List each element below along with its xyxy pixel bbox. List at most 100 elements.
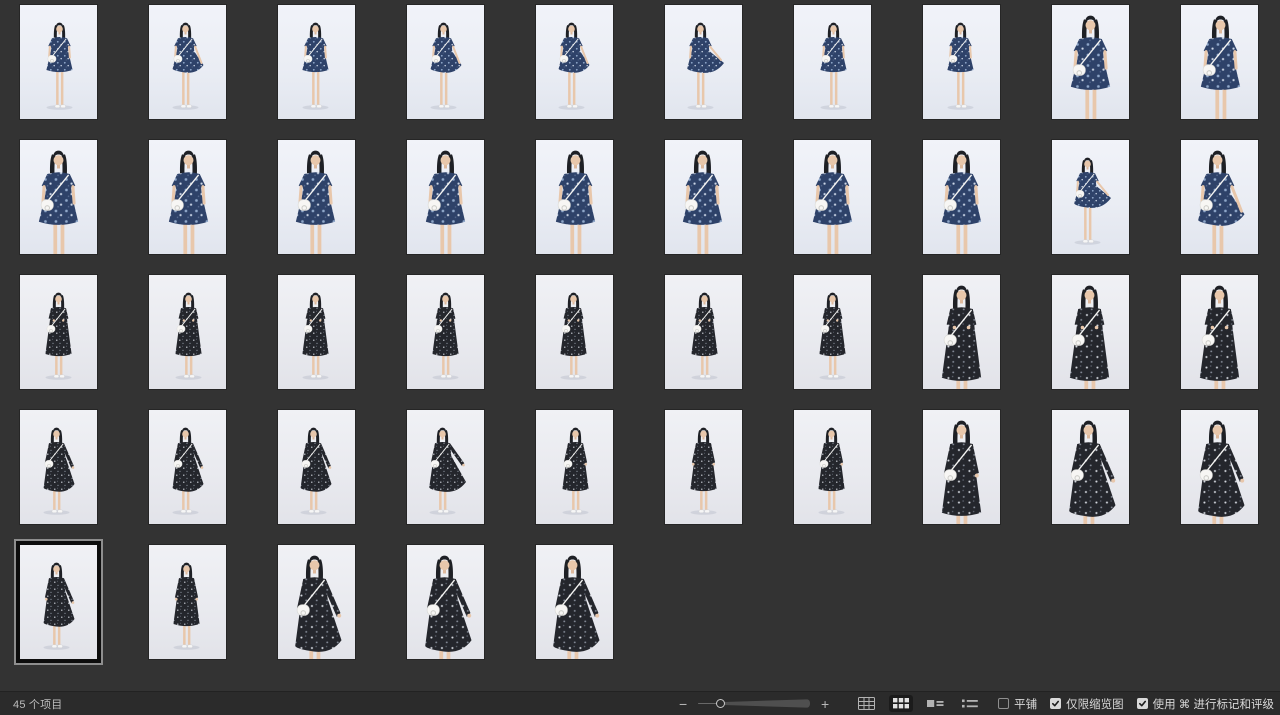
thumbnail-cell — [1181, 410, 1280, 545]
thumbnails-only-checkbox[interactable] — [1050, 698, 1061, 709]
photo-thumbnail[interactable] — [923, 5, 1000, 119]
photo-thumbnail[interactable] — [536, 5, 613, 119]
slider-wedge-track[interactable] — [721, 699, 811, 708]
photo-thumbnail[interactable] — [278, 410, 355, 524]
photo-thumbnail[interactable] — [1052, 410, 1129, 524]
photo-thumbnail[interactable] — [536, 410, 613, 524]
model-photo-image — [20, 545, 97, 659]
model-photo-image — [1052, 140, 1129, 254]
photo-thumbnail[interactable] — [794, 5, 871, 119]
cmd-rating-label[interactable]: 使用 ⌘ 进行标记和评级 — [1153, 696, 1274, 712]
photo-thumbnail[interactable] — [407, 410, 484, 524]
thumbnail-cell — [407, 410, 536, 545]
photo-thumbnail[interactable] — [407, 545, 484, 659]
view-details-button[interactable] — [923, 695, 948, 712]
photo-thumbnail[interactable] — [278, 545, 355, 659]
photo-thumbnail[interactable] — [149, 410, 226, 524]
model-photo-image — [149, 275, 226, 389]
photo-thumbnail[interactable] — [794, 275, 871, 389]
view-list-button[interactable] — [958, 695, 982, 712]
model-photo-image — [407, 545, 484, 659]
model-photo-image — [923, 5, 1000, 119]
model-photo-image — [665, 140, 742, 254]
tile-checkbox[interactable] — [998, 698, 1009, 709]
photo-thumbnail[interactable] — [407, 140, 484, 254]
model-photo-image — [1052, 410, 1129, 524]
thumbnail-cell — [536, 410, 665, 545]
photo-thumbnail[interactable] — [1181, 5, 1258, 119]
photo-thumbnail[interactable] — [20, 410, 97, 524]
photo-thumbnail[interactable] — [1052, 275, 1129, 389]
photo-thumbnail[interactable] — [1052, 5, 1129, 119]
photo-thumbnail[interactable] — [407, 275, 484, 389]
photo-thumbnail[interactable] — [20, 140, 97, 254]
thumbnail-cell — [923, 5, 1052, 140]
model-photo-image — [536, 5, 613, 119]
photo-thumbnail[interactable] — [1181, 410, 1258, 524]
photo-thumbnail[interactable] — [923, 410, 1000, 524]
view-mode-buttons — [854, 694, 982, 713]
thumbnail-cell — [1052, 275, 1181, 410]
cmd-rating-checkbox[interactable] — [1137, 698, 1148, 709]
photo-thumbnail[interactable] — [665, 275, 742, 389]
photo-thumbnail[interactable] — [536, 545, 613, 659]
photo-thumbnail[interactable] — [794, 140, 871, 254]
photo-thumbnail[interactable] — [1181, 140, 1258, 254]
thumbnail-cell — [536, 140, 665, 275]
photo-thumbnail[interactable] — [923, 140, 1000, 254]
thumbnail-cell — [20, 140, 149, 275]
model-photo-image — [794, 140, 871, 254]
photo-thumbnail[interactable] — [149, 5, 226, 119]
model-photo-image — [1181, 275, 1258, 389]
thumbnail-cell — [536, 275, 665, 410]
model-photo-image — [278, 140, 355, 254]
model-photo-image — [536, 545, 613, 659]
model-photo-image — [278, 275, 355, 389]
thumbnail-cell — [278, 140, 407, 275]
model-photo-image — [1181, 140, 1258, 254]
model-photo-image — [20, 140, 97, 254]
model-photo-image — [407, 140, 484, 254]
thumbnails-only-label[interactable]: 仅限缩览图 — [1066, 696, 1124, 712]
model-photo-image — [794, 410, 871, 524]
slider-knob[interactable] — [716, 699, 725, 708]
photo-thumbnail[interactable] — [20, 275, 97, 389]
photo-thumbnail[interactable] — [149, 140, 226, 254]
photo-thumbnail[interactable] — [536, 275, 613, 389]
photo-grid — [0, 0, 1280, 691]
model-photo-image — [536, 410, 613, 524]
photo-thumbnail[interactable] — [794, 410, 871, 524]
thumbnail-cell — [407, 545, 536, 680]
thumbnail-cell — [665, 410, 794, 545]
thumbnail-cell — [536, 5, 665, 140]
view-thumbnails-button[interactable] — [889, 695, 913, 712]
photo-thumbnail[interactable] — [665, 410, 742, 524]
thumbnail-cell — [149, 275, 278, 410]
photo-thumbnail[interactable] — [149, 275, 226, 389]
photo-thumbnail[interactable] — [665, 140, 742, 254]
photo-thumbnail[interactable] — [407, 5, 484, 119]
thumbnail-size-slider[interactable] — [698, 697, 810, 710]
thumbnail-cell — [20, 410, 149, 545]
photo-thumbnail[interactable] — [149, 545, 226, 659]
photo-thumbnail[interactable] — [278, 140, 355, 254]
model-photo-image — [794, 275, 871, 389]
photo-thumbnail[interactable] — [536, 140, 613, 254]
photo-thumbnail-selected[interactable] — [20, 545, 97, 659]
thumbnail-cell — [794, 275, 923, 410]
tile-label[interactable]: 平铺 — [1014, 696, 1037, 712]
photo-thumbnail[interactable] — [1052, 140, 1129, 254]
model-photo-image — [407, 5, 484, 119]
thumbnail-size-increase-button[interactable]: + — [818, 697, 832, 711]
photo-thumbnail[interactable] — [1181, 275, 1258, 389]
photo-thumbnail[interactable] — [20, 5, 97, 119]
view-grid-lock-button[interactable] — [854, 694, 879, 713]
model-photo-image — [149, 5, 226, 119]
photo-thumbnail[interactable] — [923, 275, 1000, 389]
photo-thumbnail[interactable] — [278, 5, 355, 119]
photo-thumbnail[interactable] — [278, 275, 355, 389]
thumbnail-cell — [923, 140, 1052, 275]
photo-thumbnail[interactable] — [665, 5, 742, 119]
thumbnail-cell — [149, 410, 278, 545]
thumbnail-size-decrease-button[interactable]: − — [676, 697, 690, 711]
